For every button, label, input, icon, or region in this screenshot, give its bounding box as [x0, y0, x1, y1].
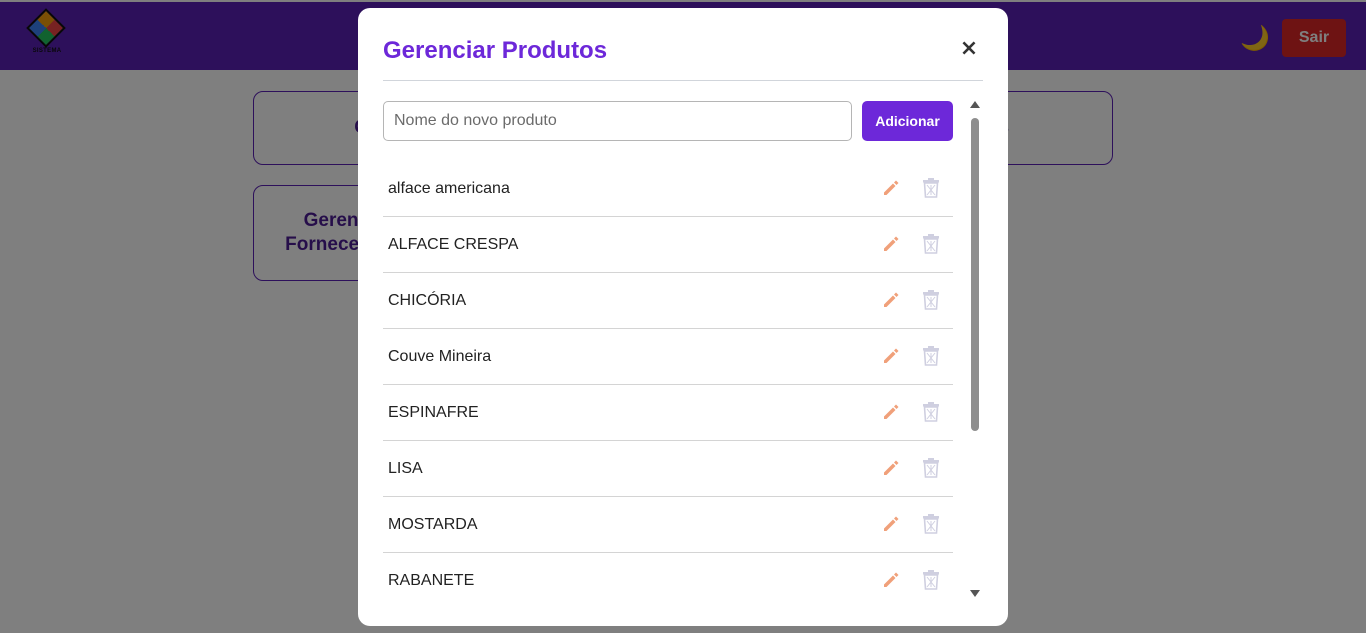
product-item: ESPINAFRE [383, 385, 953, 441]
new-product-input[interactable] [383, 101, 852, 141]
pencil-icon [884, 516, 899, 531]
product-name: RABANETE [388, 572, 475, 589]
edit-button[interactable] [880, 234, 902, 256]
edit-button[interactable] [880, 290, 902, 312]
product-item: RABANETE [383, 553, 953, 609]
trash-icon [923, 346, 939, 366]
product-item: LISA [383, 441, 953, 497]
trash-icon [923, 458, 939, 478]
pencil-icon [884, 460, 899, 475]
modal-scrollbar[interactable] [970, 101, 980, 601]
manage-products-modal: Gerenciar Produtos × Adicionar alface am… [358, 8, 1008, 626]
product-name: MOSTARDA [388, 515, 478, 533]
pencil-icon [884, 292, 899, 307]
product-item: MOSTARDA [383, 497, 953, 553]
add-product-button[interactable]: Adicionar [862, 101, 953, 141]
product-item: CHICÓRIA [383, 273, 953, 329]
product-list: alface americana ALFACE CRESPA CHICÓRIA … [383, 161, 953, 609]
product-item: ALFACE CRESPA [383, 217, 953, 273]
pencil-icon [884, 572, 899, 587]
edit-button[interactable] [880, 178, 902, 200]
delete-button[interactable] [921, 290, 941, 312]
pencil-icon [884, 404, 899, 419]
trash-icon [923, 570, 939, 590]
product-name: ESPINAFRE [388, 403, 479, 421]
product-item: Couve Mineira [383, 329, 953, 385]
edit-button[interactable] [880, 570, 902, 592]
edit-button[interactable] [880, 402, 902, 424]
delete-button[interactable] [921, 346, 941, 368]
trash-icon [923, 514, 939, 534]
modal-divider [383, 80, 983, 81]
product-name: ALFACE CRESPA [388, 235, 519, 253]
product-name: CHICÓRIA [388, 291, 467, 309]
delete-button[interactable] [921, 234, 941, 256]
product-name: Couve Mineira [388, 347, 492, 365]
edit-button[interactable] [880, 458, 902, 480]
trash-icon [923, 290, 939, 310]
pencil-icon [884, 348, 899, 363]
delete-button[interactable] [921, 458, 941, 480]
trash-icon [923, 402, 939, 422]
modal-scroll-area[interactable]: Adicionar alface americana ALFACE CRESPA… [383, 101, 953, 626]
trash-icon [923, 178, 939, 198]
product-name: LISA [388, 459, 423, 477]
scroll-down-arrow-icon[interactable] [970, 590, 980, 597]
delete-button[interactable] [921, 570, 941, 592]
scroll-up-arrow-icon[interactable] [970, 101, 980, 108]
pencil-icon [884, 180, 899, 195]
delete-button[interactable] [921, 514, 941, 536]
modal-title: Gerenciar Produtos [383, 37, 608, 64]
product-name: alface americana [388, 179, 510, 197]
scrollbar-thumb[interactable] [971, 118, 979, 431]
delete-button[interactable] [921, 402, 941, 424]
delete-button[interactable] [921, 178, 941, 200]
product-item: alface americana [383, 161, 953, 217]
close-button[interactable]: × [956, 36, 982, 62]
edit-button[interactable] [880, 346, 902, 368]
trash-icon [923, 234, 939, 254]
edit-button[interactable] [880, 514, 902, 536]
pencil-icon [884, 236, 899, 251]
